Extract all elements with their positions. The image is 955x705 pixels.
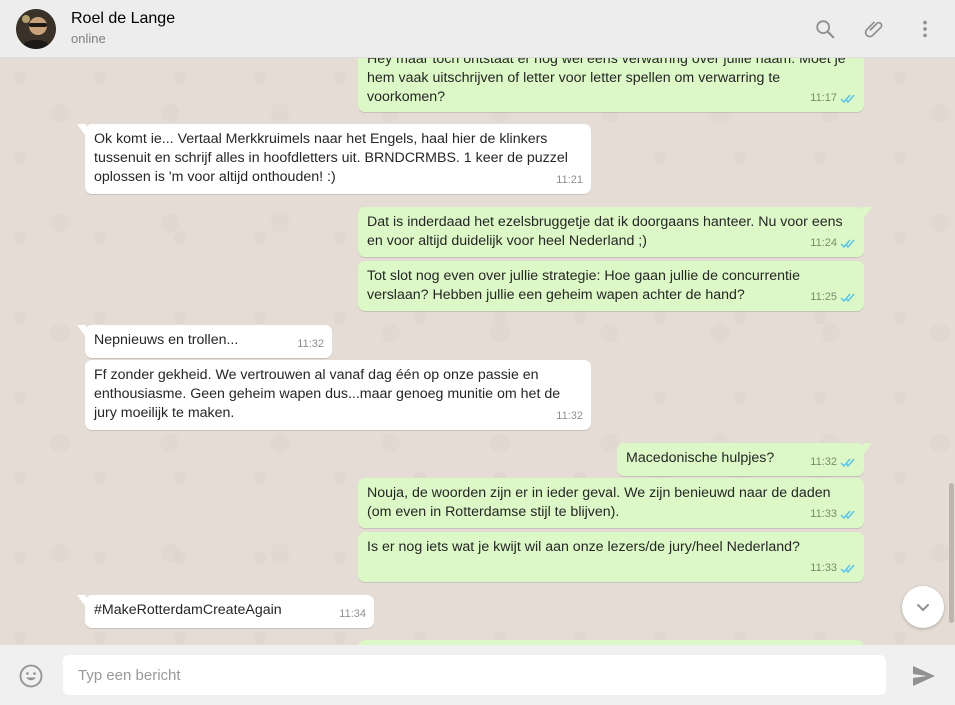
read-ticks-icon: [840, 94, 855, 104]
read-ticks-icon: [840, 239, 855, 249]
message-time: 11:33: [810, 562, 837, 574]
message-incoming[interactable]: Ff zonder gekheid. We vertrouwen al vana…: [85, 360, 591, 430]
read-ticks-icon: [840, 458, 855, 468]
message-time: 11:32: [556, 410, 583, 422]
avatar[interactable]: [16, 8, 56, 49]
message-time: 11:33: [810, 508, 837, 520]
read-ticks-icon: [840, 564, 855, 574]
message-text: Ok komt ie... Vertaal Merkkruimels naar …: [94, 131, 568, 185]
contact-status: online: [71, 31, 106, 46]
message-text: #MakeRotterdamCreateAgain: [94, 602, 282, 618]
message-incoming[interactable]: #MakeRotterdamCreateAgain 11:34: [77, 595, 374, 628]
scroll-down-button[interactable]: [902, 586, 944, 628]
message-outgoing[interactable]: Is er nog iets wat je kwijt wil aan onze…: [358, 532, 864, 582]
message-text: Tot slot nog even over jullie strategie:…: [367, 268, 800, 303]
message-time: 11:17: [810, 92, 837, 104]
chat-header: Roel de Lange online: [0, 0, 955, 58]
message-outgoing[interactable]: Dat is inderdaad het ezelsbruggetje dat …: [358, 207, 872, 257]
message-outgoing[interactable]: Hey maar toch ontstaat er nog wel eens v…: [358, 58, 864, 112]
message-text: Ff zonder gekheid. We vertrouwen al vana…: [94, 367, 561, 421]
message-text: Nouja, de woorden zijn er in ieder geval…: [367, 485, 831, 520]
composer-bar: [0, 645, 955, 705]
message-incoming[interactable]: Ok komt ie... Vertaal Merkkruimels naar …: [77, 124, 591, 194]
send-icon[interactable]: [910, 663, 938, 689]
contact-name: Roel de Lange: [71, 10, 176, 27]
message-text: Dat is inderdaad het ezelsbruggetje dat …: [367, 214, 843, 249]
message-input[interactable]: [63, 655, 886, 695]
chevron-down-icon: [917, 604, 929, 611]
message-time: 11:34: [339, 608, 366, 620]
message-text: Nepnieuws en trollen...: [94, 332, 239, 348]
read-ticks-icon: [840, 510, 855, 520]
message-incoming[interactable]: Nepnieuws en trollen... 11:32: [77, 325, 332, 358]
message-time: 11:21: [556, 174, 583, 186]
read-ticks-icon: [840, 293, 855, 303]
contact-info[interactable]: Roel de Lange online: [71, 9, 175, 48]
emoji-icon[interactable]: [18, 663, 44, 689]
message-text: Hey maar toch ontstaat er nog wel eens v…: [367, 58, 846, 105]
more-vertical-icon[interactable]: [913, 14, 937, 44]
search-icon[interactable]: [813, 14, 837, 44]
message-outgoing[interactable]: Nouja, de woorden zijn er in ieder geval…: [358, 478, 864, 528]
message-outgoing[interactable]: Macedonische hulpjes? 11:32: [617, 443, 872, 476]
message-text: Is er nog iets wat je kwijt wil aan onze…: [367, 539, 800, 555]
message-time: 11:32: [297, 338, 324, 350]
paperclip-icon[interactable]: [863, 14, 887, 44]
message-time: 11:25: [810, 291, 837, 303]
scrollbar[interactable]: [949, 483, 954, 623]
message-list[interactable]: Hey maar toch ontstaat er nog wel eens v…: [0, 58, 955, 645]
message-time: 11:32: [810, 456, 837, 468]
message-outgoing[interactable]: Tot slot nog even over jullie strategie:…: [358, 261, 864, 311]
message-time: 11:24: [810, 237, 837, 249]
